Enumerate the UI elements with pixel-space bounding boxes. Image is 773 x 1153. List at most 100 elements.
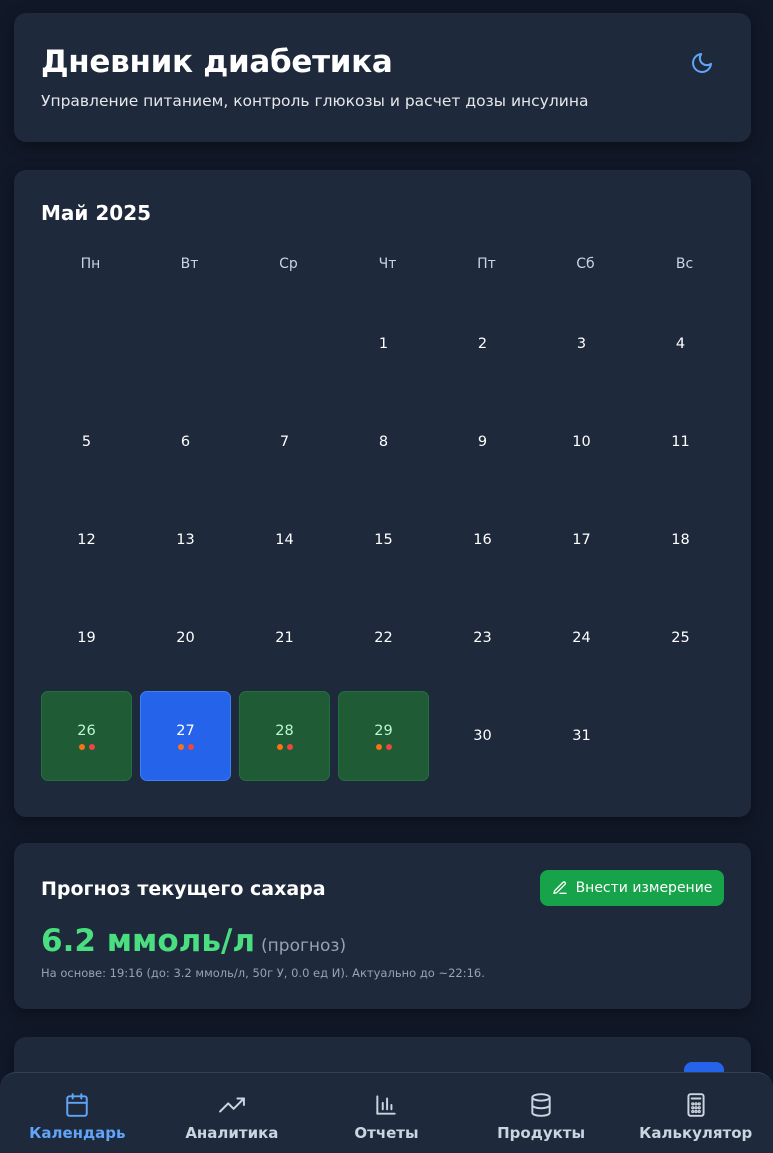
theme-toggle-button[interactable] <box>689 50 715 76</box>
nav-item-label: Продукты <box>497 1124 586 1142</box>
weekday-label: Пн <box>80 256 101 272</box>
nav-item-label: Калькулятор <box>639 1124 753 1142</box>
calendar-day[interactable]: 8 <box>338 397 429 487</box>
sugar-forecast-card: Прогноз текущего сахара Внести измерение… <box>14 843 751 1009</box>
calendar-day[interactable]: 3 <box>536 299 627 389</box>
calendar-empty-cell <box>140 299 231 389</box>
calendar-day-number: 19 <box>77 630 96 646</box>
day-indicator-dot <box>78 743 85 750</box>
day-indicator-dot <box>375 743 382 750</box>
calendar-day[interactable]: 6 <box>140 397 231 487</box>
nav-item-database[interactable]: Продукты <box>464 1073 619 1153</box>
calendar-day[interactable]: 17 <box>536 495 627 585</box>
calendar-day[interactable]: 22 <box>338 593 429 683</box>
calendar-day-number: 22 <box>374 630 393 646</box>
bottom-navigation: Календарь Аналитика Отчеты Продукты Калькуля… <box>0 1072 773 1153</box>
page-subtitle: Управление питанием, контроль глюкозы и … <box>41 92 589 110</box>
calendar-day[interactable]: 1 <box>338 299 429 389</box>
calendar-day-number: 18 <box>671 532 690 548</box>
calendar-day[interactable]: 26 <box>41 691 132 781</box>
calendar-day-number: 16 <box>473 532 492 548</box>
calculator-icon <box>687 1093 705 1117</box>
calendar-weekdays: Пн Вт Ср Чт Пт Сб Вс <box>41 256 734 272</box>
add-measurement-label: Внести измерение <box>575 880 713 896</box>
sugar-forecast-value: 6.2 ммоль/л (прогноз) <box>41 923 346 959</box>
nav-item-calendar[interactable]: Календарь <box>0 1073 155 1153</box>
calendar-day-number: 25 <box>671 630 690 646</box>
calendar-day-number: 14 <box>275 532 294 548</box>
calendar-day[interactable]: 25 <box>635 593 726 683</box>
pencil-icon <box>552 881 567 894</box>
calendar-day[interactable]: 19 <box>41 593 132 683</box>
day-indicator-dot <box>286 743 293 750</box>
nav-item-bar-chart[interactable]: Отчеты <box>309 1073 464 1153</box>
calendar-day[interactable]: 15 <box>338 495 429 585</box>
calendar-day[interactable]: 13 <box>140 495 231 585</box>
add-measurement-button[interactable]: Внести измерение <box>540 870 724 906</box>
calendar-day-number: 24 <box>572 630 591 646</box>
calendar-day-number: 3 <box>576 336 587 352</box>
calendar-day[interactable]: 21 <box>239 593 330 683</box>
database-icon <box>531 1093 551 1117</box>
nav-item-label: Отчеты <box>354 1124 419 1142</box>
calendar-day[interactable]: 23 <box>437 593 528 683</box>
calendar-day[interactable]: 11 <box>635 397 726 487</box>
day-indicator-dot <box>385 743 392 750</box>
sugar-value-text: 6.2 ммоль/л <box>41 923 256 959</box>
weekday-label: Чт <box>378 256 397 272</box>
calendar-day[interactable]: 5 <box>41 397 132 487</box>
calendar-day[interactable]: 24 <box>536 593 627 683</box>
calendar-day-number: 11 <box>671 434 690 450</box>
calendar-day[interactable]: 2 <box>437 299 528 389</box>
calendar-day-number: 26 <box>77 722 96 739</box>
header-card: Дневник диабетика Управление питанием, к… <box>14 13 751 142</box>
calendar-day-number: 4 <box>675 336 686 352</box>
calendar-day-number: 2 <box>477 336 488 352</box>
calendar-day-number: 31 <box>572 728 591 744</box>
calendar-day[interactable]: 14 <box>239 495 330 585</box>
calendar-day[interactable]: 31 <box>536 691 627 781</box>
nav-item-trending-up[interactable]: Аналитика <box>155 1073 310 1153</box>
forecast-basis-text: На основе: 19:16 (до: 3.2 ммоль/л, 50г У… <box>41 966 485 980</box>
calendar-day[interactable]: 12 <box>41 495 132 585</box>
moon-icon <box>692 53 712 73</box>
calendar-day-number: 6 <box>180 434 191 450</box>
calendar-days-grid: 1 2 3 4 5 6 7 8 9 10 11 12 13 14 15 16 17 18 19 20 21 22 23 24 2… <box>41 299 734 781</box>
calendar-day-number: 17 <box>572 532 591 548</box>
calendar-day[interactable]: 29 <box>338 691 429 781</box>
weekday-label: Ср <box>279 256 298 272</box>
calendar-icon <box>66 1093 89 1117</box>
sugar-value-note: (прогноз) <box>261 936 347 956</box>
calendar-day[interactable]: 28 <box>239 691 330 781</box>
calendar-day[interactable]: 30 <box>437 691 528 781</box>
calendar-day[interactable]: 10 <box>536 397 627 487</box>
day-indicator-dots <box>375 743 392 750</box>
calendar-day-selected[interactable]: 27 <box>140 691 231 781</box>
day-indicator-dot <box>276 743 283 750</box>
calendar-day[interactable]: 18 <box>635 495 726 585</box>
calendar-day[interactable]: 16 <box>437 495 528 585</box>
calendar-empty-cell <box>41 299 132 389</box>
weekday-label: Пт <box>477 256 496 272</box>
nav-item-calculator[interactable]: Калькулятор <box>618 1073 773 1153</box>
calendar-day[interactable]: 4 <box>635 299 726 389</box>
calendar-day-number: 13 <box>176 532 195 548</box>
calendar-empty-cell <box>239 299 330 389</box>
calendar-day-number: 23 <box>473 630 492 646</box>
calendar-day[interactable]: 9 <box>437 397 528 487</box>
calendar-day-number: 28 <box>275 722 294 739</box>
calendar-day[interactable]: 7 <box>239 397 330 487</box>
day-indicator-dot <box>88 743 95 750</box>
calendar-day-number: 12 <box>77 532 96 548</box>
forecast-title: Прогноз текущего сахара <box>41 878 326 900</box>
day-indicator-dot <box>177 743 184 750</box>
weekday-label: Вс <box>675 256 694 272</box>
nav-item-label: Календарь <box>29 1124 126 1142</box>
calendar-day[interactable]: 20 <box>140 593 231 683</box>
calendar-day-number: 9 <box>477 434 488 450</box>
day-indicator-dots <box>276 743 293 750</box>
calendar-day-number: 15 <box>374 532 393 548</box>
calendar-day-number: 20 <box>176 630 195 646</box>
page-title: Дневник диабетика <box>41 44 393 80</box>
calendar-day-number: 8 <box>378 434 389 450</box>
